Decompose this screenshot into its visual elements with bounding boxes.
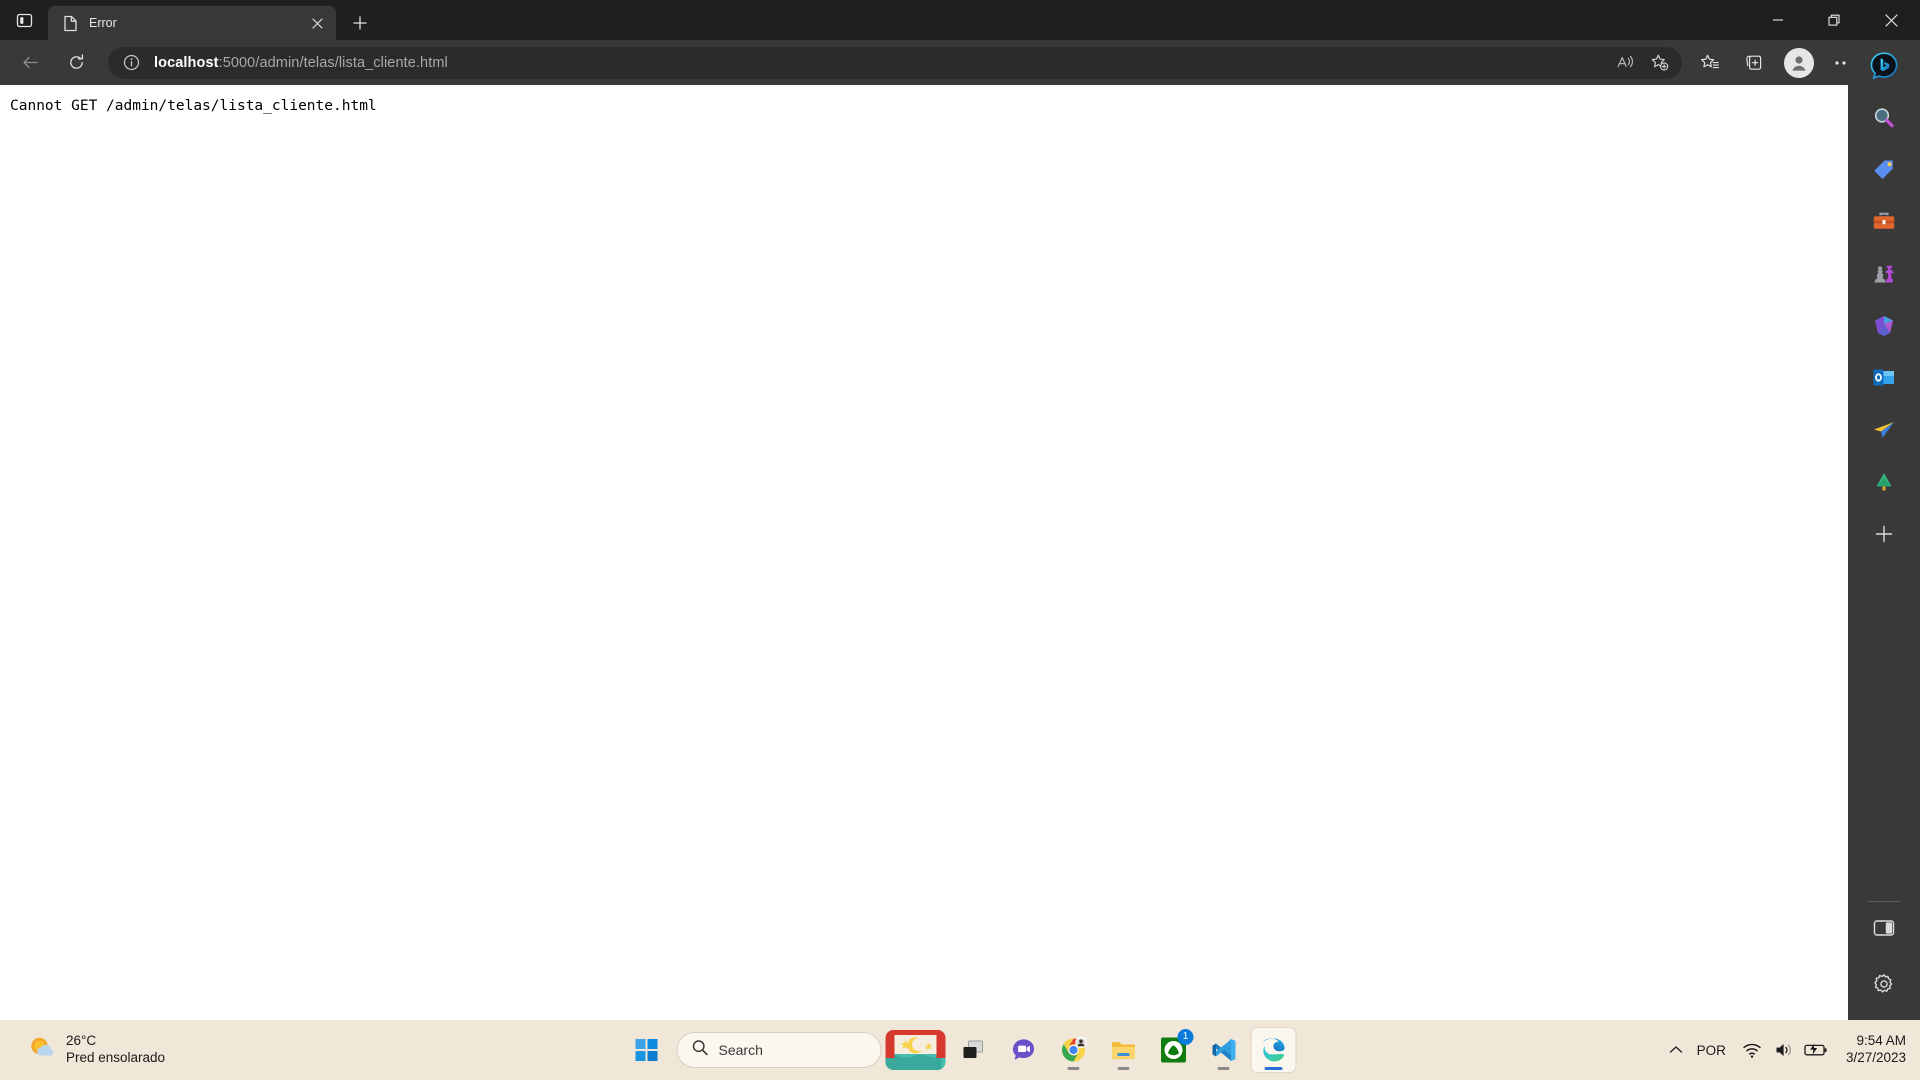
profile-avatar-icon[interactable] [1784, 47, 1814, 78]
browser-window: Cannot GET /admin/telas/lista_cliente.ht… [0, 0, 1848, 1020]
add-favorite-star-icon[interactable] [1642, 48, 1676, 78]
taskbar-running-indicator [1217, 1067, 1230, 1070]
tray-date: 3/27/2023 [1845, 1050, 1906, 1065]
tray-time: 9:54 AM [1856, 1033, 1906, 1049]
address-bar-actions [1608, 48, 1676, 78]
tab-actions-icon[interactable] [0, 0, 48, 40]
window-controls [1749, 0, 1920, 40]
sidebar-divider [1867, 901, 1901, 902]
sidebar-item-games[interactable] [1864, 254, 1904, 294]
clock-and-date[interactable]: 9:54 AM 3/27/2023 [1846, 1033, 1906, 1067]
error-message-text: Cannot GET /admin/telas/lista_cliente.ht… [10, 98, 377, 114]
weather-description: Pred ensolarado [66, 1050, 166, 1065]
taskbar-app-edge[interactable] [1251, 1028, 1296, 1072]
weather-text: 26°C Pred ensolarado [66, 1033, 165, 1067]
taskbar-badge-count: 1 [1177, 1029, 1194, 1045]
weather-widget[interactable]: 26°C Pred ensolarado [22, 1029, 175, 1072]
new-tab-button[interactable] [342, 6, 378, 40]
windows-taskbar: 26°C Pred ensolarado Search 1 POR 9:54 A… [0, 1020, 1920, 1080]
address-bar[interactable]: localhost:5000/admin/telas/lista_cliente… [108, 46, 1682, 79]
sidebar-item-search[interactable] [1864, 98, 1904, 138]
taskbar-running-indicator [1117, 1067, 1130, 1070]
restore-button[interactable] [1806, 0, 1863, 40]
document-icon [61, 14, 79, 32]
sidebar-item-copilot[interactable] [1864, 46, 1904, 86]
search-input[interactable]: Search [676, 1032, 882, 1068]
tab-close-icon[interactable] [306, 12, 328, 34]
system-tray: POR 9:54 AM 3/27/2023 [1661, 1020, 1920, 1080]
minimize-button[interactable] [1749, 0, 1806, 40]
url-host: localhost [154, 54, 219, 71]
collections-icon[interactable] [1735, 46, 1773, 80]
windows-start-icon[interactable] [625, 1028, 669, 1072]
taskbar-app-file-explorer[interactable] [1102, 1028, 1146, 1072]
taskbar-active-indicator [1264, 1067, 1283, 1070]
sidebar-item-office[interactable] [1864, 306, 1904, 346]
navigation-toolbar: localhost:5000/admin/telas/lista_cliente… [0, 40, 1920, 85]
read-aloud-icon[interactable] [1608, 48, 1642, 78]
close-window-button[interactable] [1863, 0, 1920, 40]
refresh-icon[interactable] [58, 45, 94, 81]
url-text: localhost:5000/admin/telas/lista_cliente… [154, 55, 1608, 71]
battery-charging-icon[interactable] [1803, 1037, 1829, 1063]
sidebar-item-outlook[interactable] [1864, 358, 1904, 398]
sun-cloud-icon [26, 1033, 56, 1068]
url-path: :5000/admin/telas/lista_cliente.html [218, 54, 448, 71]
taskbar-app-chat[interactable] [1002, 1028, 1046, 1072]
tab-title: Error [89, 16, 117, 30]
language-indicator[interactable]: POR [1697, 1043, 1726, 1058]
split-pane-icon[interactable] [1864, 908, 1904, 948]
taskbar-app-vscode[interactable] [1202, 1028, 1246, 1072]
sidebar-item-tools[interactable] [1864, 202, 1904, 242]
weather-temperature: 26°C [66, 1033, 97, 1049]
search-icon [692, 1039, 709, 1061]
sidebar-item-tree[interactable] [1864, 462, 1904, 502]
sidebar-item-drop[interactable] [1864, 410, 1904, 450]
tab-strip: Error [0, 0, 1920, 40]
favorites-star-list-icon[interactable] [1691, 46, 1729, 80]
taskbar-app-task-view[interactable] [952, 1028, 996, 1072]
taskbar-running-indicator [1067, 1067, 1080, 1070]
sidebar-customize-icon[interactable] [1864, 514, 1904, 554]
stage-widget-icon[interactable] [885, 1030, 946, 1070]
volume-icon[interactable] [1771, 1037, 1797, 1063]
info-circle-icon[interactable] [118, 50, 144, 76]
edge-sidebar [1848, 40, 1920, 1020]
taskbar-app-xbox[interactable]: 1 [1152, 1028, 1196, 1072]
page-content-area: Cannot GET /admin/telas/lista_cliente.ht… [0, 85, 1848, 1020]
search-placeholder: Search [718, 1042, 763, 1058]
browser-tab[interactable]: Error [48, 6, 336, 40]
chevron-up-icon[interactable] [1661, 1035, 1691, 1065]
gear-icon[interactable] [1864, 964, 1904, 1004]
back-arrow-icon[interactable] [12, 45, 48, 81]
taskbar-app-chrome[interactable] [1052, 1028, 1096, 1072]
sidebar-item-shopping[interactable] [1864, 150, 1904, 190]
wifi-icon[interactable] [1739, 1037, 1765, 1063]
taskbar-center-group: Search 1 [625, 1020, 1296, 1080]
